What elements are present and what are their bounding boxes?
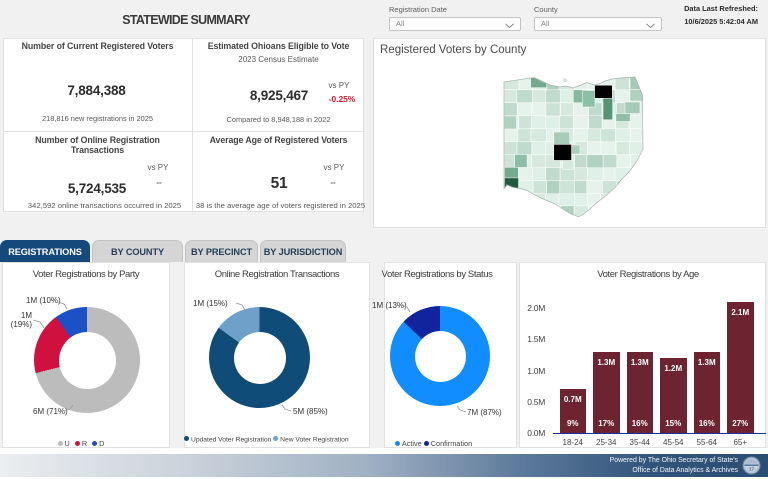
svg-text:17: 17 bbox=[749, 466, 755, 471]
